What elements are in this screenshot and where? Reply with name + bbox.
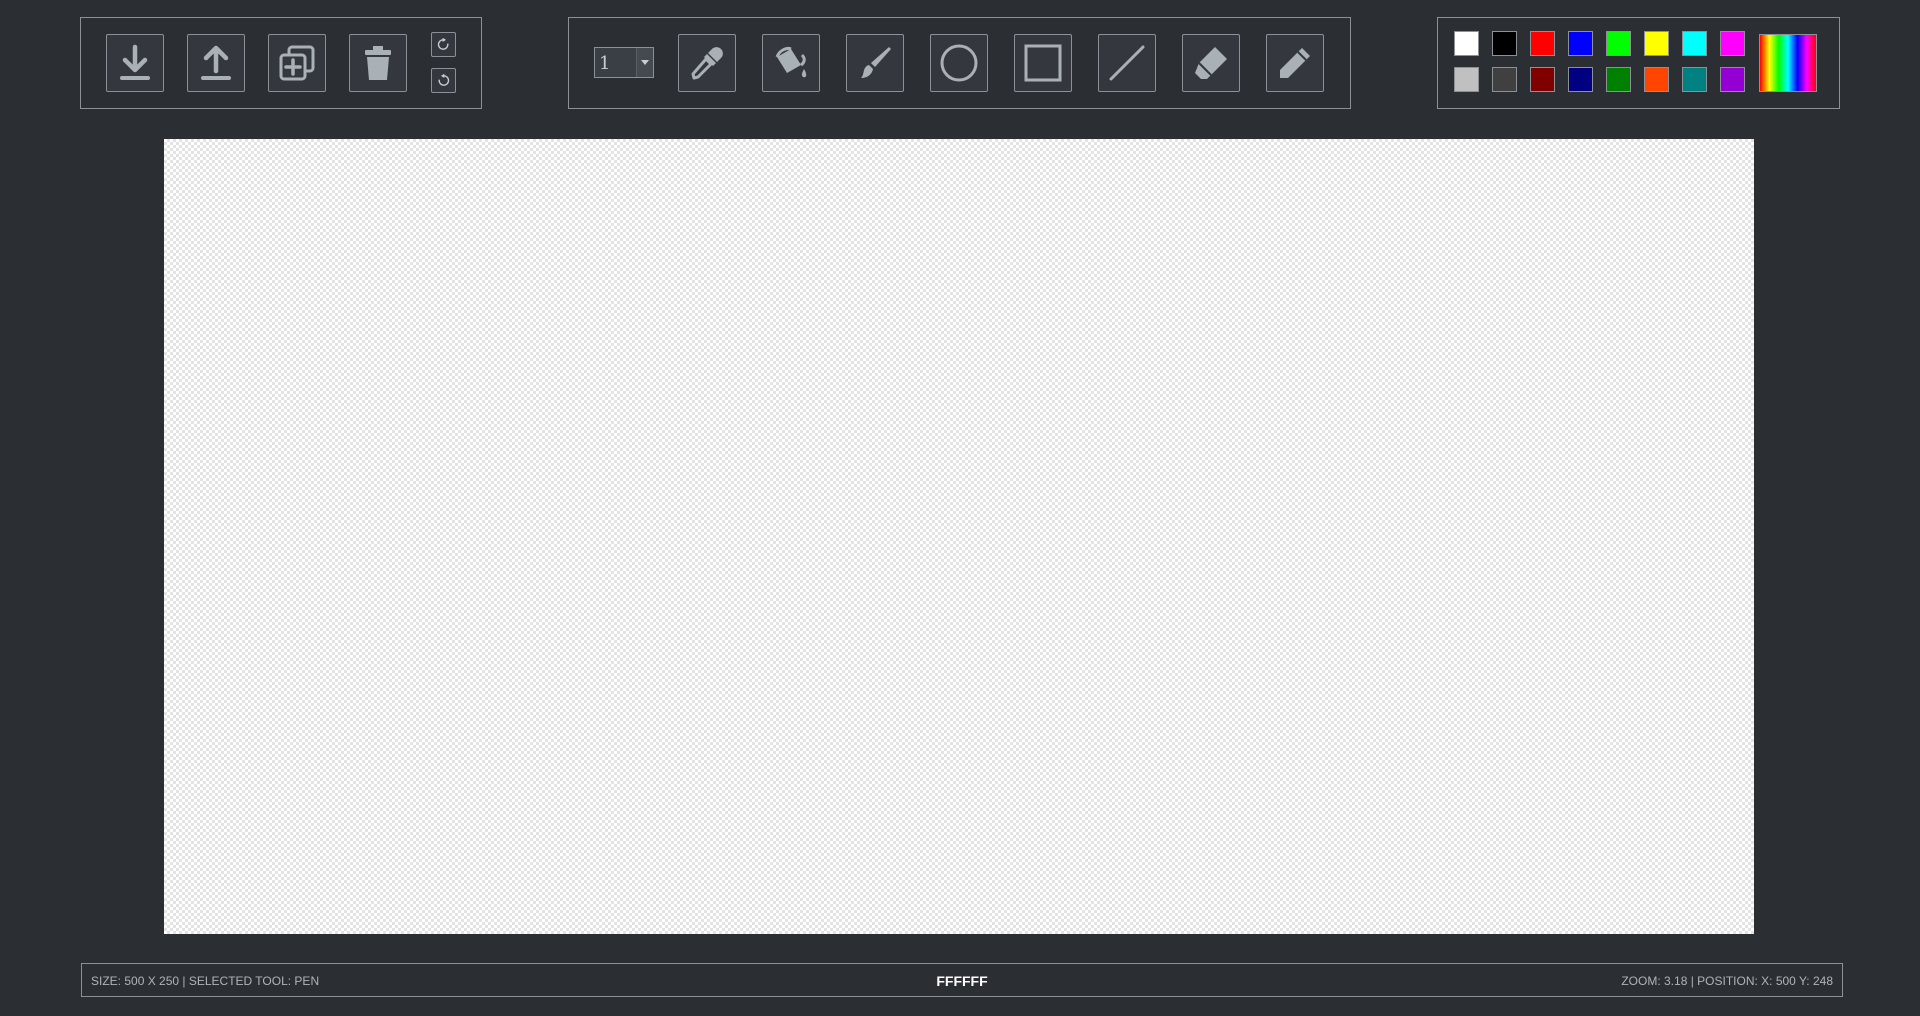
drawing-toolbar: 1	[568, 17, 1351, 109]
trash-icon	[365, 46, 391, 80]
fill-tool[interactable]	[762, 34, 820, 92]
eraser-tool[interactable]	[1182, 34, 1240, 92]
pen-tool[interactable]	[1266, 34, 1324, 92]
color-swatch[interactable]	[1492, 67, 1517, 92]
line-icon	[1109, 45, 1145, 81]
status-current-color: FFFFFF	[936, 973, 988, 989]
color-swatch[interactable]	[1606, 67, 1631, 92]
brush-tool[interactable]	[846, 34, 904, 92]
line-tool[interactable]	[1098, 34, 1156, 92]
pencil-icon	[1280, 48, 1310, 78]
undo-button[interactable]	[431, 68, 456, 93]
eraser-icon	[1195, 47, 1227, 79]
upload-button[interactable]	[187, 34, 245, 92]
circle-tool[interactable]	[930, 34, 988, 92]
rectangle-tool[interactable]	[1014, 34, 1072, 92]
color-swatch[interactable]	[1454, 31, 1479, 56]
color-palette	[1437, 17, 1840, 109]
chevron-down-icon	[636, 48, 653, 77]
delete-button[interactable]	[349, 34, 407, 92]
brush-size-select[interactable]: 1	[594, 47, 654, 78]
color-swatch[interactable]	[1682, 67, 1707, 92]
color-swatch[interactable]	[1530, 67, 1555, 92]
eyedropper-icon	[691, 47, 723, 80]
color-swatch[interactable]	[1530, 31, 1555, 56]
color-swatch[interactable]	[1720, 31, 1745, 56]
brush-size-value: 1	[599, 53, 611, 74]
download-button[interactable]	[106, 34, 164, 92]
color-swatch[interactable]	[1606, 31, 1631, 56]
status-zoom-position: ZOOM: 3.18 | POSITION: X: 500 Y: 248	[1621, 974, 1833, 988]
download-icon	[120, 44, 150, 80]
color-swatch[interactable]	[1720, 67, 1745, 92]
add-layer-icon	[279, 45, 315, 81]
status-bar: SIZE: 500 X 250 | SELECTED TOOL: PEN FFF…	[81, 963, 1843, 997]
redo-icon	[437, 37, 449, 50]
circle-icon	[940, 44, 978, 82]
color-swatch[interactable]	[1644, 31, 1669, 56]
new-layer-button[interactable]	[268, 34, 326, 92]
redo-button[interactable]	[431, 32, 456, 57]
paint-bucket-icon	[775, 47, 807, 78]
color-swatch[interactable]	[1568, 31, 1593, 56]
color-swatch[interactable]	[1568, 67, 1593, 92]
color-swatch[interactable]	[1682, 31, 1707, 56]
color-swatch[interactable]	[1454, 67, 1479, 92]
eyedropper-tool[interactable]	[678, 34, 736, 92]
color-spectrum-picker[interactable]	[1759, 34, 1817, 92]
upload-icon	[201, 45, 231, 80]
undo-icon	[438, 73, 450, 86]
color-swatch[interactable]	[1492, 31, 1517, 56]
square-icon	[1024, 44, 1062, 82]
color-swatch[interactable]	[1644, 67, 1669, 92]
drawing-canvas[interactable]	[164, 139, 1754, 934]
brush-icon	[861, 47, 891, 78]
file-toolbar	[80, 17, 482, 109]
